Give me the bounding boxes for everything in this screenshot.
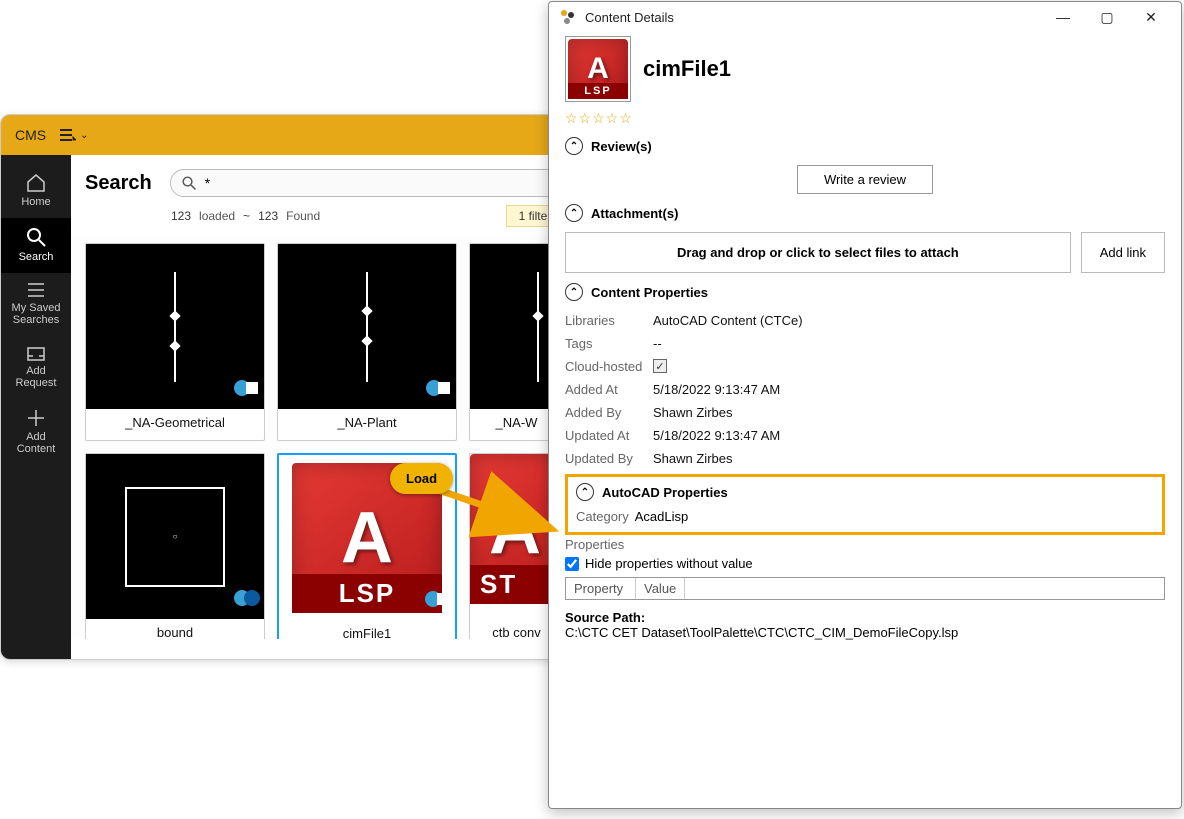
source-path-value: C:\CTC CET Dataset\ToolPalette\CTC\CTC_C… — [565, 625, 1165, 640]
chevron-up-icon: ⌃ — [565, 204, 583, 222]
tile-caption: _NA-Geometrical — [86, 409, 264, 440]
nav-saved-label: My Saved Searches — [1, 302, 71, 326]
section-reviews-label: Review(s) — [591, 139, 652, 154]
found-label: Found — [286, 209, 320, 223]
section-acad-props[interactable]: ⌃ AutoCAD Properties — [576, 483, 1154, 501]
section-attachments[interactable]: ⌃ Attachment(s) — [565, 204, 1165, 222]
section-content-props-label: Content Properties — [591, 285, 708, 300]
prop-value: -- — [653, 336, 662, 351]
acad-props-highlight: ⌃ AutoCAD Properties Category AcadLisp — [565, 474, 1165, 535]
cloud-hosted-checkbox[interactable]: ✓ — [653, 359, 667, 373]
prop-value: 5/18/2022 9:13:47 AM — [653, 428, 780, 443]
hamburger-icon — [60, 129, 76, 141]
col-property: Property — [566, 578, 636, 599]
inbox-icon — [25, 344, 47, 362]
list-icon — [25, 281, 47, 299]
category-value: AcadLisp — [635, 509, 688, 524]
chevron-up-icon: ⌃ — [565, 137, 583, 155]
prop-value: AutoCAD Content (CTCe) — [653, 313, 803, 328]
loaded-label: loaded — [199, 209, 235, 223]
section-reviews[interactable]: ⌃ Review(s) — [565, 137, 1165, 155]
found-count: 123 — [258, 209, 278, 223]
badge-icon — [232, 586, 260, 615]
section-attachments-label: Attachment(s) — [591, 206, 678, 221]
badge-icon — [423, 587, 451, 616]
nav-search[interactable]: Search — [1, 218, 71, 273]
plus-icon — [26, 408, 46, 428]
section-acad-props-label: AutoCAD Properties — [602, 485, 728, 500]
search-icon — [25, 226, 47, 248]
tile-caption: cimFile1 — [279, 620, 455, 639]
close-button[interactable]: ✕ — [1129, 3, 1173, 31]
add-link-button[interactable]: Add link — [1081, 232, 1165, 273]
tile-band: ST — [470, 565, 560, 604]
home-icon — [25, 173, 47, 193]
details-window-title: Content Details — [585, 10, 674, 25]
result-tile[interactable]: ○ bound — [85, 453, 265, 639]
badge-icon — [232, 376, 260, 405]
nav-home[interactable]: Home — [1, 165, 71, 218]
hide-empty-props-checkbox[interactable] — [565, 557, 579, 571]
nav-search-label: Search — [1, 251, 71, 263]
prop-key: Tags — [565, 336, 653, 351]
tile-band: LSP — [292, 574, 442, 613]
category-key: Category — [576, 509, 629, 524]
details-thumbnail: ALSP — [565, 36, 631, 102]
tile-caption: _NA-Plant — [278, 409, 456, 440]
tilde: ~ — [243, 209, 250, 223]
prop-key: Cloud-hosted — [565, 359, 653, 374]
prop-key: Updated By — [565, 451, 653, 466]
rating-stars[interactable]: ☆☆☆☆☆ — [565, 110, 1165, 127]
cms-menu-button[interactable]: ⌄ — [60, 129, 88, 141]
result-tile[interactable]: _NA-Plant — [277, 243, 457, 441]
details-title: cimFile1 — [643, 56, 731, 82]
property-value-table: Property Value — [565, 577, 1165, 600]
cms-app-name: CMS — [15, 127, 46, 143]
prop-key: Added By — [565, 405, 653, 420]
source-path: Source Path: C:\CTC CET Dataset\ToolPale… — [565, 610, 1165, 640]
prop-key: Added At — [565, 382, 653, 397]
nav-add-content[interactable]: Add Content — [1, 400, 71, 465]
prop-key: Libraries — [565, 313, 653, 328]
cms-sidebar: Home Search My Saved Searches Add Reques… — [1, 155, 71, 659]
maximize-button[interactable]: ▢ — [1085, 3, 1129, 31]
minimize-button[interactable]: ― — [1041, 3, 1085, 31]
content-props-table: LibrariesAutoCAD Content (CTCe) Tags-- C… — [565, 309, 1165, 470]
prop-value: Shawn Zirbes — [653, 451, 732, 466]
details-titlebar[interactable]: Content Details ― ▢ ✕ — [549, 2, 1181, 32]
chevron-down-icon: ⌄ — [80, 130, 88, 141]
loaded-count: 123 — [171, 209, 191, 223]
prop-value: Shawn Zirbes — [653, 405, 732, 420]
search-title: Search — [85, 172, 152, 195]
source-path-label: Source Path: — [565, 610, 1165, 625]
properties-label: Properties — [565, 537, 1165, 552]
search-field-icon — [181, 175, 197, 191]
prop-key: Updated At — [565, 428, 653, 443]
prop-value: 5/18/2022 9:13:47 AM — [653, 382, 780, 397]
chevron-up-icon: ⌃ — [565, 283, 583, 301]
thumb-band: LSP — [568, 83, 628, 99]
nav-add-content-label: Add Content — [1, 431, 71, 455]
nav-home-label: Home — [1, 196, 71, 208]
section-content-props[interactable]: ⌃ Content Properties — [565, 283, 1165, 301]
badge-icon — [424, 376, 452, 405]
write-review-button[interactable]: Write a review — [797, 165, 933, 194]
app-icon — [559, 8, 577, 26]
attachment-dropzone[interactable]: Drag and drop or click to select files t… — [565, 232, 1071, 273]
nav-saved-searches[interactable]: My Saved Searches — [1, 273, 71, 336]
result-tile[interactable]: _NA-Geometrical — [85, 243, 265, 441]
nav-add-request[interactable]: Add Request — [1, 336, 71, 399]
load-callout: Load — [390, 463, 453, 494]
chevron-up-icon: ⌃ — [576, 483, 594, 501]
hide-empty-props-label: Hide properties without value — [585, 556, 753, 571]
content-details-window: Content Details ― ▢ ✕ ALSP cimFile1 ☆☆☆☆… — [548, 1, 1182, 809]
nav-add-request-label: Add Request — [1, 365, 71, 389]
col-value: Value — [636, 578, 685, 599]
tile-caption: bound — [86, 619, 264, 639]
